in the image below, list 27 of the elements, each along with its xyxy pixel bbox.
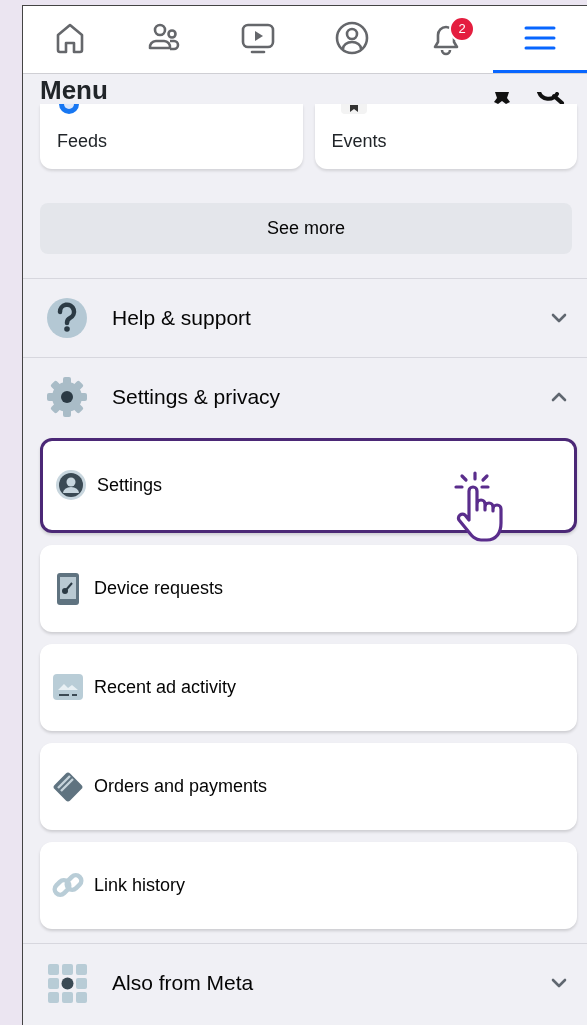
section-header[interactable]: Also from Meta [23,944,587,1022]
chevron-down-icon [551,978,567,988]
shortcut-label: Events [331,130,387,153]
section-header[interactable]: Settings & privacy [23,358,587,436]
shortcut-label: Feeds [57,130,108,153]
menu-item[interactable]: Settings [40,438,577,533]
person-icon [55,468,87,503]
menu-item[interactable]: Device requests [40,545,577,632]
see-more-button[interactable]: See more [40,203,572,254]
section-title: Settings & privacy [112,384,282,411]
shortcut-card[interactable]: Feeds [40,104,303,169]
calendar-icon [340,104,367,114]
menu-item[interactable]: Link history [40,842,577,929]
notification-count-badge: 2 [449,16,475,42]
profile-icon [334,20,370,56]
section-title: Help & support [112,305,252,332]
shortcut-card[interactable]: Events [314,104,577,169]
menu-item[interactable]: Recent ad activity [40,644,577,731]
menu-item[interactable]: Orders and payments [40,743,577,830]
grid-icon [45,961,89,1005]
menu-heading: Menu [40,76,108,104]
chevron-up-icon [551,392,567,402]
section-header[interactable]: Help & support [23,279,587,357]
question-icon [45,296,89,340]
section-title: Also from Meta [112,970,255,997]
nav-tab[interactable]: 2 [399,6,493,73]
chevron-down-icon [551,313,567,323]
